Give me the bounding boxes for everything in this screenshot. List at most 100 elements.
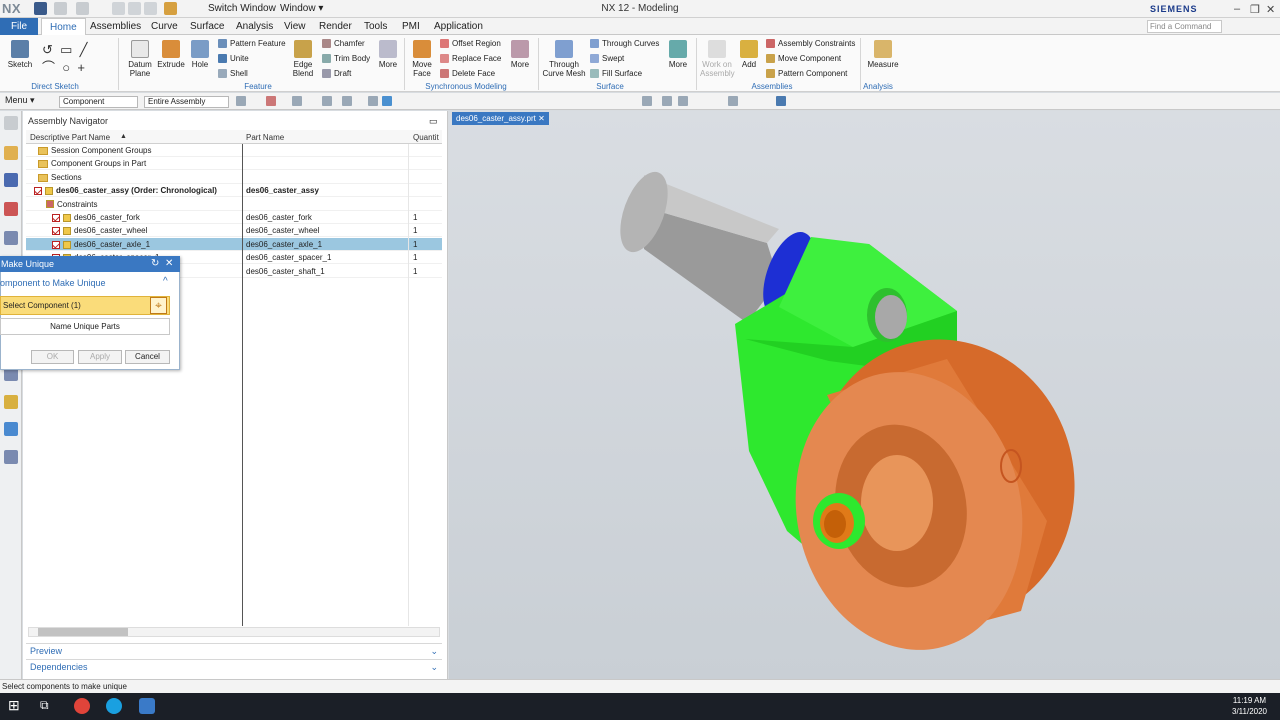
caster-model-view[interactable] [449, 111, 1280, 679]
rectangle-select-icon[interactable] [342, 96, 352, 106]
circle-icon[interactable]: ○ [62, 60, 70, 75]
scrollbar-thumb[interactable] [38, 628, 128, 636]
tree-cell-name[interactable]: des06_caster_axle_1 [52, 238, 150, 251]
swept-button[interactable]: Swept [590, 53, 659, 64]
tree-row[interactable]: Sections [26, 171, 442, 184]
tab-render[interactable]: Render [311, 18, 360, 35]
process-studio-icon[interactable] [4, 422, 18, 436]
dependencies-panel[interactable]: Dependencies ⌄ [26, 659, 442, 674]
tree-row[interactable]: Session Component Groups [26, 144, 442, 157]
through-curves-button[interactable]: Through Curves [590, 38, 659, 49]
tree-row[interactable]: des06_caster_axle_1 des06_caster_axle_1 1 [26, 237, 442, 251]
tree-cell-name[interactable]: des06_caster_assy (Order: Chronological) [34, 184, 217, 197]
fit-icon[interactable] [642, 96, 652, 106]
rotate-icon[interactable] [678, 96, 688, 106]
tab-assemblies[interactable]: Assemblies [82, 18, 149, 35]
tree-row[interactable]: des06_caster_assy (Order: Chronological)… [26, 184, 442, 198]
crosshair-select-icon[interactable]: ⌖ [150, 297, 167, 314]
menu-button[interactable]: Menu ▾ [5, 95, 35, 106]
rectangle-icon[interactable]: ▭ [60, 42, 72, 57]
close-icon[interactable]: ✕ [165, 258, 173, 269]
edge-blend-button[interactable]: Edge Blend [288, 40, 318, 78]
tab-file[interactable]: File [0, 18, 38, 35]
tree-row[interactable]: des06_caster_fork des06_caster_fork 1 [26, 211, 442, 224]
part-navigator-icon[interactable] [4, 202, 18, 216]
tree-cell-name[interactable]: des06_caster_fork [52, 211, 140, 224]
surface-more-button[interactable]: More [666, 40, 690, 69]
render-style-icon[interactable] [776, 96, 786, 106]
offset-region-button[interactable]: Offset Region [440, 38, 501, 49]
preview-panel[interactable]: Preview ⌄ [26, 643, 442, 658]
type-filter-select[interactable]: Component [59, 96, 138, 108]
tree-cell-name[interactable]: Component Groups in Part [38, 157, 146, 170]
draft-button[interactable]: Draft [322, 68, 370, 79]
pattern-component-button[interactable]: Pattern Component [766, 68, 855, 79]
tree-cell-name[interactable]: Constraints [46, 198, 97, 211]
sketch-curve-tools[interactable]: ↺ ▭ ╱ ⌒ ○ + [42, 41, 112, 77]
chevron-up-icon[interactable]: ^ [163, 276, 168, 287]
close-icon[interactable]: ✕ [1266, 3, 1275, 16]
tab-home[interactable]: Home [41, 18, 86, 35]
sync-more-button[interactable]: More [508, 40, 532, 69]
tab-application[interactable]: Application [426, 18, 491, 35]
line-icon[interactable]: ╱ [80, 42, 88, 57]
tree-row[interactable]: Component Groups in Part [26, 157, 442, 171]
roles-icon[interactable] [4, 450, 18, 464]
visibility-checkbox[interactable] [52, 227, 60, 236]
taskbar-clock[interactable]: 11:19 AM 3/11/2020 [1232, 695, 1267, 717]
apply-button[interactable]: Apply [78, 350, 122, 364]
skype-icon[interactable] [106, 698, 122, 714]
windows-start-icon[interactable]: ⊞ [8, 697, 20, 714]
view-icon[interactable] [368, 96, 378, 106]
tab-analysis[interactable]: Analysis [228, 18, 281, 35]
select-icon[interactable] [322, 96, 332, 106]
feature-more-button[interactable]: More [376, 40, 400, 69]
minimize-icon[interactable]: – [1234, 3, 1240, 15]
tree-cell-name[interactable]: Session Component Groups [38, 144, 152, 157]
shaded-icon[interactable] [382, 96, 392, 106]
trim-body-button[interactable]: Trim Body [322, 53, 370, 64]
task-view-icon[interactable]: ⧉ [40, 698, 49, 713]
maximize-icon[interactable]: ▭ [429, 116, 438, 127]
filter-icon[interactable] [266, 96, 276, 106]
nx-app-icon[interactable] [139, 698, 155, 714]
tree-cell-name[interactable]: Sections [38, 171, 82, 184]
move-face-button[interactable]: Move Face [408, 40, 436, 78]
arc-icon[interactable]: ⌒ [42, 60, 55, 75]
tree-row[interactable]: des06_caster_wheel des06_caster_wheel 1 [26, 224, 442, 238]
find-command-input[interactable]: Find a Command [1147, 20, 1222, 33]
fill-surface-button[interactable]: Fill Surface [590, 68, 659, 79]
selection-scope-select[interactable]: Entire Assembly [144, 96, 229, 108]
delete-face-button[interactable]: Delete Face [440, 68, 501, 79]
profile-icon[interactable]: ↺ [42, 42, 53, 57]
restore-icon[interactable]: ❐ [1250, 3, 1260, 16]
tree-row[interactable]: Constraints [26, 198, 442, 211]
datum-plane-button[interactable]: Datum Plane [124, 40, 156, 78]
assembly-navigator-icon[interactable] [4, 146, 18, 160]
visibility-checkbox[interactable] [52, 240, 60, 249]
move-component-button[interactable]: Move Component [766, 53, 855, 64]
visibility-checkbox[interactable] [52, 213, 60, 222]
constraint-navigator-icon[interactable] [4, 173, 18, 187]
hole-button[interactable]: Hole [188, 40, 212, 69]
ok-button[interactable]: OK [31, 350, 74, 364]
tab-pmi[interactable]: PMI [394, 18, 428, 35]
select-component-field[interactable]: Select Component (1) [0, 296, 170, 315]
sketch-button[interactable]: Sketch [6, 40, 34, 69]
add-component-button[interactable]: Add [738, 40, 760, 69]
column-part-name[interactable]: Part Name [246, 133, 284, 142]
through-curve-mesh-button[interactable]: Through Curve Mesh [542, 40, 586, 78]
visibility-checkbox[interactable] [34, 187, 42, 196]
assembly-constraints-button[interactable]: Assembly Constraints [766, 38, 855, 49]
zoom-icon[interactable] [662, 96, 672, 106]
unite-button[interactable]: Unite [218, 53, 286, 64]
replace-face-button[interactable]: Replace Face [440, 53, 501, 64]
chamfer-button[interactable]: Chamfer [322, 38, 370, 49]
shell-button[interactable]: Shell [218, 68, 286, 79]
system-materials-icon[interactable] [4, 395, 18, 409]
work-on-assembly-button[interactable]: Work on Assembly [700, 40, 735, 78]
cancel-button[interactable]: Cancel [125, 350, 170, 364]
extrude-button[interactable]: Extrude [157, 40, 185, 69]
layer-icon[interactable] [728, 96, 738, 106]
pattern-feature-button[interactable]: Pattern Feature [218, 38, 286, 49]
